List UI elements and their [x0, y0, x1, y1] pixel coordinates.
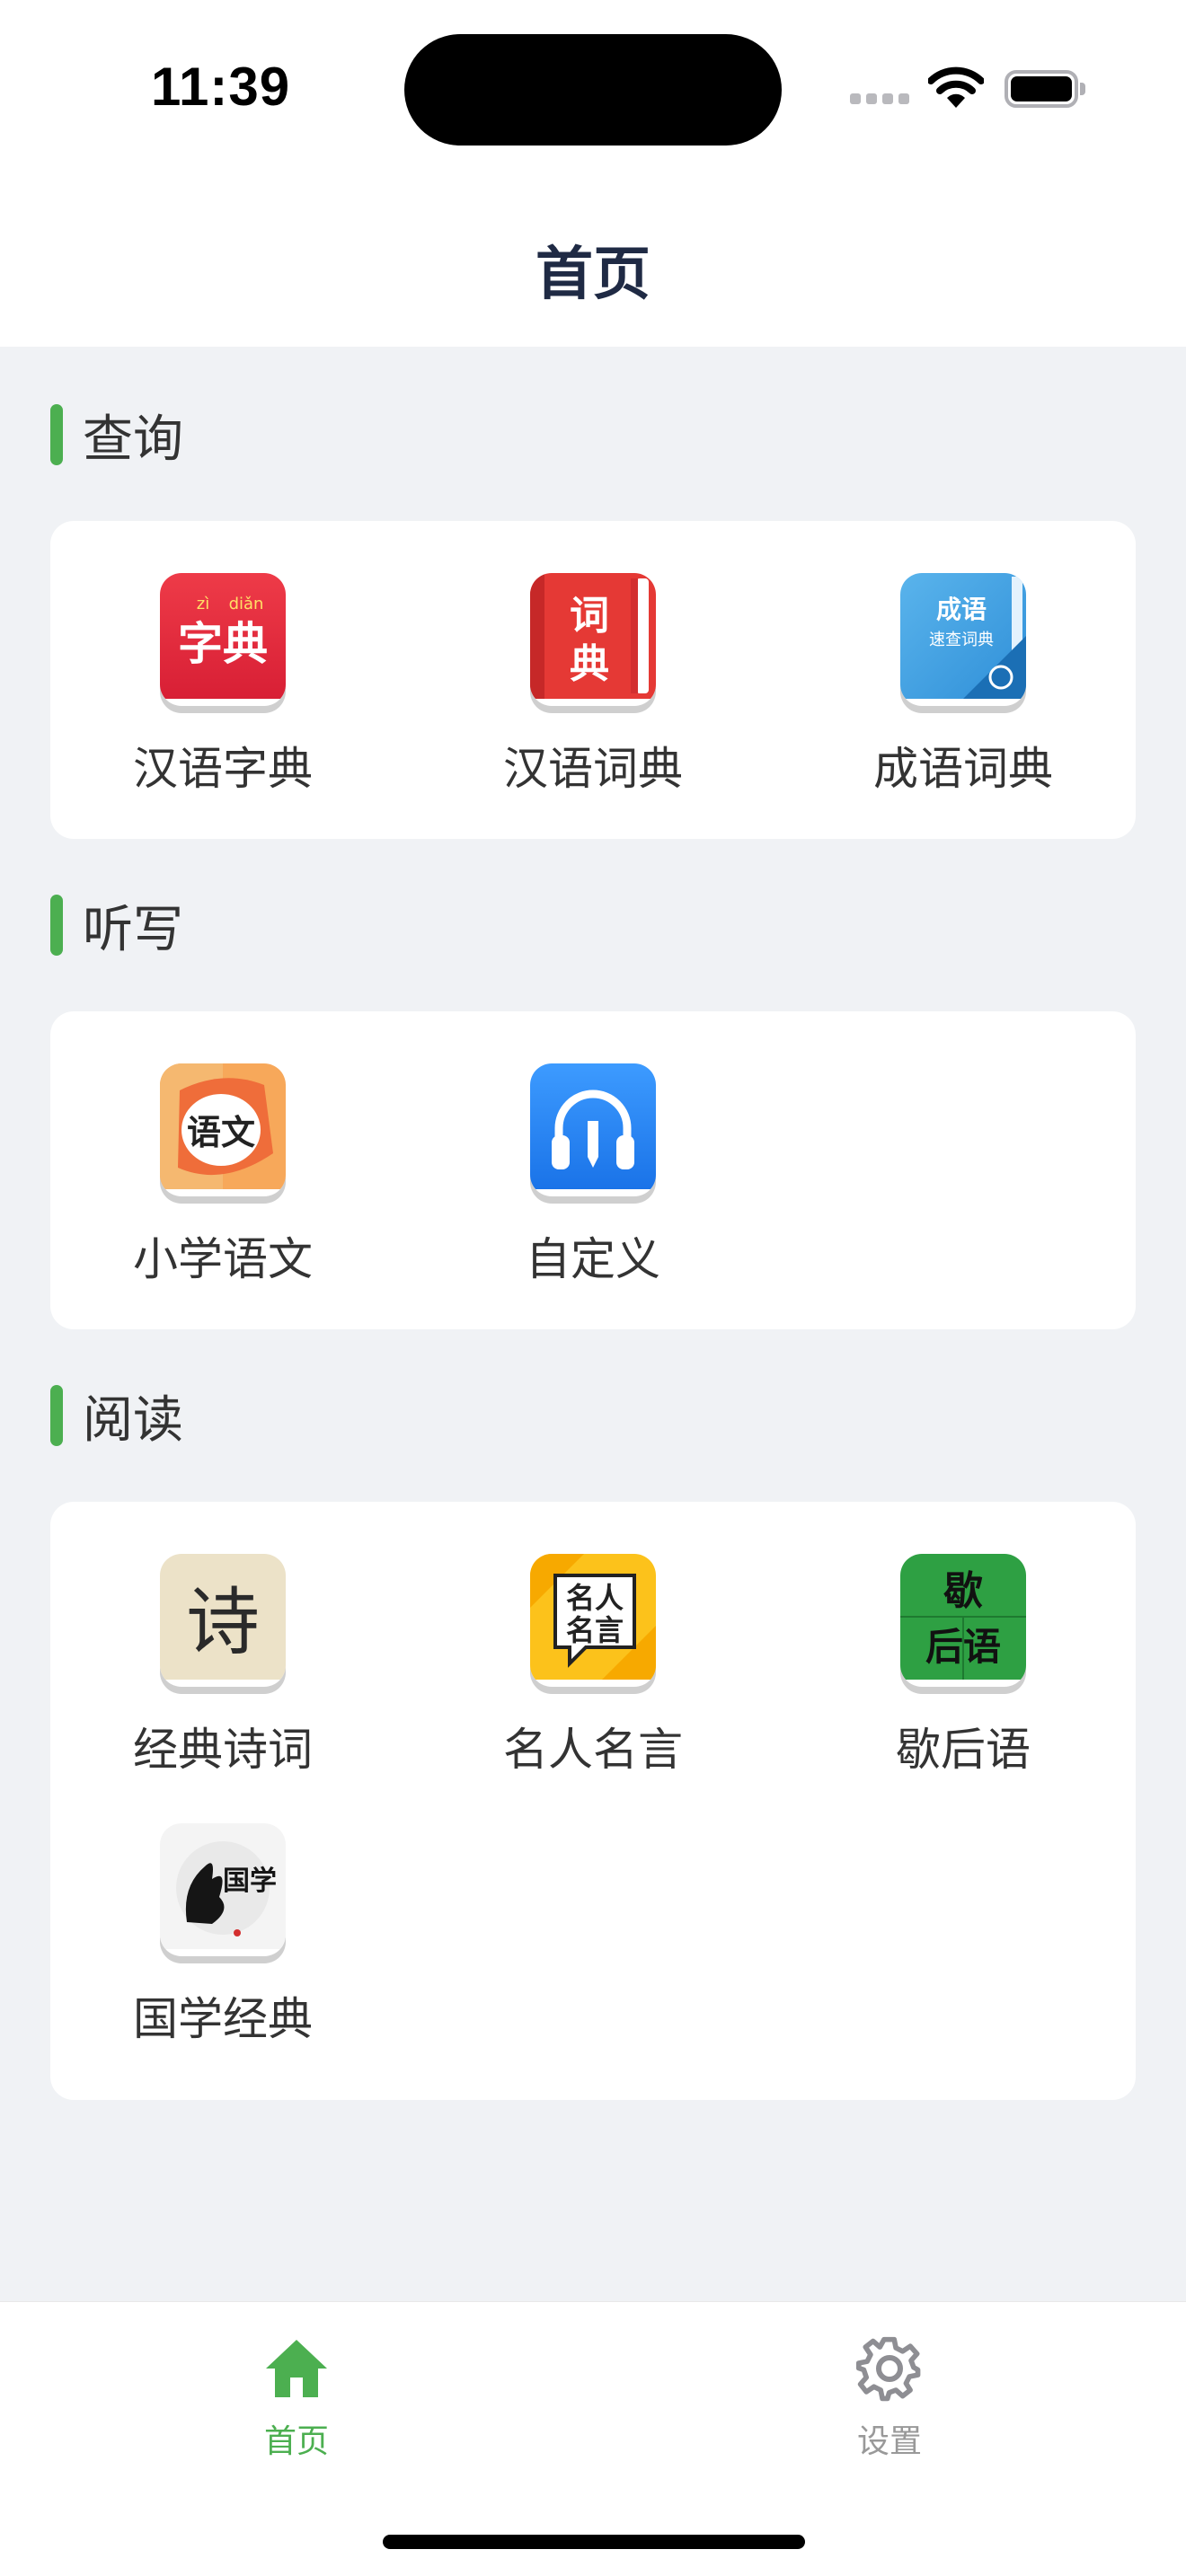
item-label: 汉语词典 — [503, 743, 683, 795]
section-title-reading: 阅读 — [83, 1391, 183, 1450]
tab-settings[interactable]: 设置 — [800, 2334, 979, 2460]
svg-text:成语: 成语 — [936, 595, 987, 624]
grid-item-xiehouyu[interactable]: 歇 后语 歇后语 — [828, 1554, 1098, 1778]
dictation-card: 语文 小学语文 自定义 — [50, 1011, 1136, 1329]
item-label: 成语词典 — [873, 743, 1053, 795]
status-bar: 11:39 — [0, 0, 1186, 180]
home-icon — [266, 2340, 327, 2397]
item-label: 小学语文 — [133, 1233, 313, 1285]
gear-icon — [855, 2336, 921, 2402]
page-title: 首页 — [535, 242, 651, 308]
grid-item-guoxue-jingdian[interactable]: 国学 国学经典 — [88, 1823, 358, 2048]
xiehouyu-icon: 歇 后语 — [900, 1554, 1026, 1687]
section-title-dictation: 听写 — [83, 901, 183, 959]
chengyu-icon: 成语 速查词典 — [900, 573, 1026, 706]
svg-text:国学: 国学 — [223, 1866, 277, 1897]
svg-text:词: 词 — [570, 593, 609, 639]
grid-item-hanyu-zidian[interactable]: zì diǎn 字典 汉语字典 — [88, 573, 358, 798]
grid-item-xiaoxue-yuwen[interactable]: 语文 小学语文 — [88, 1063, 358, 1288]
grid-item-jingdian-shici[interactable]: 诗 经典诗词 — [88, 1554, 358, 1778]
svg-text:字典: 字典 — [178, 617, 268, 670]
grid-item-mingren-mingyan[interactable]: 名人 名言 名人名言 — [458, 1554, 728, 1778]
item-label: 歇后语 — [896, 1724, 1031, 1776]
grid-item-hanyu-cidian[interactable]: 词 典 汉语词典 — [458, 573, 728, 798]
tab-label-home: 首页 — [263, 2423, 329, 2460]
reading-card: 诗 经典诗词 名人 名言 名人名言 歇 后语 歇后语 国学 国学经典 — [50, 1502, 1136, 2100]
wifi-icon — [928, 66, 984, 108]
item-label: 国学经典 — [133, 1993, 313, 2045]
yuwen-icon: 语文 — [160, 1063, 286, 1196]
svg-text:歇: 歇 — [943, 1568, 983, 1614]
svg-text:诗: 诗 — [186, 1580, 260, 1665]
section-title-query: 查询 — [83, 410, 183, 469]
section-accent-bar — [50, 895, 63, 956]
svg-text:名言: 名言 — [566, 1613, 624, 1647]
svg-text:zì: zì — [197, 595, 209, 613]
guoxue-icon: 国学 — [160, 1823, 286, 1956]
headphones-icon — [530, 1063, 656, 1196]
svg-text:diǎn: diǎn — [229, 595, 264, 613]
home-indicator[interactable] — [383, 2535, 805, 2549]
battery-icon — [1005, 70, 1085, 108]
tab-home[interactable]: 首页 — [207, 2334, 386, 2460]
section-accent-bar — [50, 404, 63, 465]
dynamic-island — [404, 34, 782, 146]
svg-text:语文: 语文 — [187, 1112, 255, 1152]
navigation-bar: 首页 — [0, 180, 1186, 347]
cellular-signal-icon — [850, 93, 909, 106]
svg-text:速查词典: 速查词典 — [929, 631, 994, 649]
item-label: 自定义 — [526, 1233, 660, 1285]
quotes-icon: 名人 名言 — [530, 1554, 656, 1687]
poetry-icon: 诗 — [160, 1554, 286, 1687]
svg-text:典: 典 — [570, 641, 609, 687]
section-accent-bar — [50, 1385, 63, 1446]
item-label: 经典诗词 — [133, 1724, 313, 1776]
cidian-icon: 词 典 — [530, 573, 656, 706]
svg-text:名人: 名人 — [566, 1581, 624, 1615]
grid-item-custom[interactable]: 自定义 — [458, 1063, 728, 1288]
tab-label-settings: 设置 — [856, 2423, 922, 2460]
query-card: zì diǎn 字典 汉语字典 词 典 汉语词典 成语 速查词典 成语词典 — [50, 521, 1136, 839]
status-time: 11:39 — [151, 57, 291, 117]
svg-text:后语: 后语 — [925, 1625, 1001, 1669]
item-label: 汉语字典 — [133, 743, 313, 795]
item-label: 名人名言 — [503, 1724, 683, 1776]
grid-item-chengyu-cidian[interactable]: 成语 速查词典 成语词典 — [828, 573, 1098, 798]
zidian-icon: zì diǎn 字典 — [160, 573, 286, 706]
